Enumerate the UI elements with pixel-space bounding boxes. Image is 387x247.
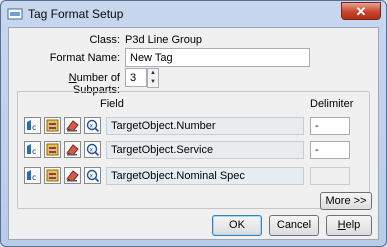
window-title: Tag Format Setup <box>28 7 124 21</box>
select-property-button[interactable]: c <box>24 167 41 184</box>
field-options-button[interactable]: x <box>84 167 101 184</box>
svg-text:x: x <box>90 173 94 180</box>
select-property-button[interactable]: c <box>24 117 41 134</box>
app-icon <box>7 6 23 22</box>
table-icon <box>46 143 59 156</box>
ok-button[interactable]: OK <box>212 215 262 236</box>
field-value[interactable]: TargetObject.Nominal Spec <box>106 167 304 185</box>
spin-down-icon[interactable]: ▼ <box>148 78 158 87</box>
property-icon: c <box>27 144 36 156</box>
delimiter-column-header: Delimiter <box>310 98 354 110</box>
delimiter-input[interactable]: - <box>310 141 350 159</box>
eraser-icon <box>66 120 79 132</box>
svg-text:c: c <box>32 123 36 132</box>
clear-field-button[interactable] <box>64 167 81 184</box>
eraser-icon <box>66 144 79 156</box>
tag-format-setup-dialog: Tag Format Setup ✕ Class: P3d Line Group… <box>0 0 387 247</box>
magnifier-icon: x <box>86 119 100 133</box>
expression-button[interactable] <box>44 141 61 158</box>
svg-text:x: x <box>90 147 94 154</box>
title-bar: Tag Format Setup ✕ <box>1 1 386 27</box>
table-icon <box>46 169 59 182</box>
eraser-icon <box>66 170 79 182</box>
format-name-input[interactable]: New Tag <box>125 48 310 67</box>
clear-field-button[interactable] <box>64 117 81 134</box>
class-value: P3d Line Group <box>125 34 203 46</box>
field-options-button[interactable]: x <box>84 141 101 158</box>
property-icon: c <box>27 120 36 132</box>
close-button[interactable]: ✕ <box>341 2 381 20</box>
clear-field-button[interactable] <box>64 141 81 158</box>
table-icon <box>46 119 59 132</box>
expression-button[interactable] <box>44 117 61 134</box>
fields-group: Field Delimiter c x TargetObject.Number … <box>17 91 370 209</box>
delimiter-input <box>310 167 350 185</box>
delimiter-input[interactable]: - <box>310 117 350 135</box>
class-label: Class: <box>89 34 120 46</box>
field-value[interactable]: TargetObject.Number <box>106 117 304 135</box>
select-property-button[interactable]: c <box>24 141 41 158</box>
field-column-header: Field <box>100 98 124 110</box>
spin-up-icon[interactable]: ▲ <box>148 69 158 78</box>
subparts-spinner[interactable]: ▲ ▼ <box>147 68 159 88</box>
svg-text:x: x <box>90 123 94 130</box>
more-button[interactable]: More >> <box>320 192 372 210</box>
cancel-button[interactable]: Cancel <box>269 215 319 236</box>
dialog-body: Class: P3d Line Group Format Name: New T… <box>8 27 379 240</box>
subparts-input[interactable]: 3 <box>125 68 147 87</box>
expression-button[interactable] <box>44 167 61 184</box>
field-value[interactable]: TargetObject.Service <box>106 141 304 159</box>
field-options-button[interactable]: x <box>84 117 101 134</box>
format-name-label: Format Name: <box>49 52 120 64</box>
magnifier-icon: x <box>86 169 100 183</box>
svg-text:c: c <box>32 173 36 182</box>
help-button[interactable]: Help <box>326 215 372 236</box>
property-icon: c <box>27 170 36 182</box>
svg-text:c: c <box>32 147 36 156</box>
magnifier-icon: x <box>86 143 100 157</box>
